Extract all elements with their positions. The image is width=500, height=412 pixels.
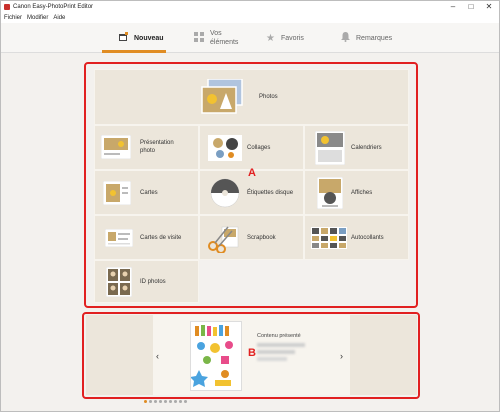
window-title: Canon Easy-PhotoPrint Editor bbox=[13, 4, 94, 10]
maximize-button[interactable]: □ bbox=[462, 1, 480, 13]
tab-vos-elements-line1: Vos bbox=[210, 30, 222, 37]
carousel-dot[interactable] bbox=[164, 400, 167, 403]
new-document-icon bbox=[118, 32, 128, 44]
carousel-dot[interactable] bbox=[149, 400, 152, 403]
carousel-dot[interactable] bbox=[179, 400, 182, 403]
carousel-dot[interactable] bbox=[159, 400, 162, 403]
grid-icon bbox=[194, 32, 204, 44]
bell-icon bbox=[341, 32, 350, 44]
minimize-button[interactable]: – bbox=[444, 1, 462, 13]
menu-modifier[interactable]: Modifier bbox=[27, 15, 48, 21]
tab-remarques-label: Remarques bbox=[356, 34, 393, 42]
app-logo-icon bbox=[4, 4, 10, 10]
carousel-dot[interactable] bbox=[184, 400, 187, 403]
carousel-dot[interactable] bbox=[144, 400, 147, 403]
main-navigation: Nouveau Vos éléments ★ Favoris Remarques bbox=[1, 23, 499, 53]
tab-nouveau[interactable]: Nouveau bbox=[102, 23, 166, 53]
menu-aide[interactable]: Aide bbox=[53, 15, 65, 21]
star-icon: ★ bbox=[266, 32, 275, 44]
title-bar: Canon Easy-PhotoPrint Editor – □ ✕ bbox=[1, 1, 499, 13]
carousel-dot[interactable] bbox=[174, 400, 177, 403]
carousel-dot[interactable] bbox=[154, 400, 157, 403]
tab-favoris[interactable]: ★ Favoris bbox=[266, 23, 326, 53]
tab-vos-elements[interactable]: Vos éléments bbox=[194, 23, 254, 53]
menu-fichier[interactable]: Fichier bbox=[4, 15, 22, 21]
marker-b: B bbox=[248, 347, 256, 359]
tab-nouveau-label: Nouveau bbox=[134, 34, 164, 42]
menu-bar: Fichier Modifier Aide bbox=[1, 13, 499, 23]
tab-vos-elements-label: Vos éléments bbox=[210, 29, 238, 47]
app-window: Canon Easy-PhotoPrint Editor – □ ✕ Fichi… bbox=[0, 0, 500, 412]
marker-a: A bbox=[248, 167, 256, 179]
tab-favoris-label: Favoris bbox=[280, 34, 304, 42]
close-button[interactable]: ✕ bbox=[480, 1, 498, 13]
tab-vos-elements-line2: éléments bbox=[210, 39, 239, 46]
highlight-region-a bbox=[84, 62, 418, 308]
tab-remarques[interactable]: Remarques bbox=[341, 23, 411, 53]
carousel-dot[interactable] bbox=[169, 400, 172, 403]
